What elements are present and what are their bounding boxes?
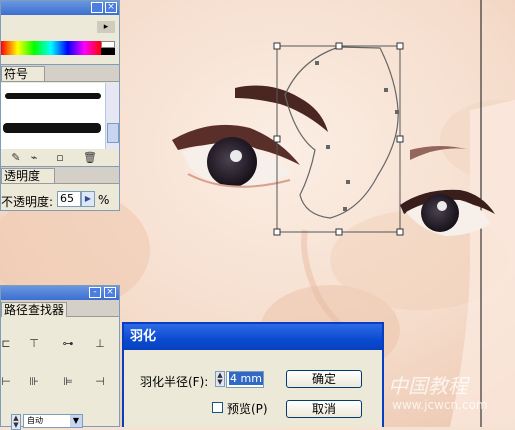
right-iris <box>421 194 459 232</box>
opacity-input[interactable]: 65 <box>57 191 81 207</box>
feather-radius-label: 羽化半径(F): <box>140 375 209 389</box>
opacity-arrow-button[interactable]: ▶ <box>81 191 95 207</box>
black-swatch[interactable] <box>101 48 115 55</box>
spacing-spinner[interactable]: ▲ ▼ <box>11 414 21 430</box>
brush-list[interactable] <box>1 83 105 149</box>
distribute-right-icon[interactable]: ⊣ <box>93 376 107 388</box>
tab-symbols[interactable]: 符号 <box>1 66 45 81</box>
distribute-spacing-icon[interactable]: ⊫ <box>61 376 75 388</box>
white-swatch[interactable] <box>101 41 115 48</box>
tab-transparency[interactable]: 透明度 <box>1 168 55 183</box>
watermark-text-cn: 中国教程 <box>388 374 468 398</box>
feather-dialog: 羽化 羽化半径(F): ▲ ▼ 4 mm 预览(P) 确定 取消 <box>122 322 384 427</box>
distribute-hcenter-icon[interactable]: ⊪ <box>27 376 41 388</box>
chevron-down-icon[interactable]: ▼ <box>70 415 82 427</box>
new-brush-icon[interactable]: ▫ <box>53 152 67 164</box>
ok-button[interactable]: 确定 <box>286 370 362 388</box>
spacing-dropdown[interactable]: 自动 ▼ <box>23 414 83 428</box>
distribute-left-icon[interactable]: ⊢ <box>0 376 13 388</box>
brush-list-scrollbar[interactable] <box>105 83 119 149</box>
symbols-panel: 符号 ✎ ⌁ ▫ 🗑 <box>0 64 120 167</box>
preview-label[interactable]: 预览(P) <box>227 400 268 417</box>
dialog-title: 羽化 <box>124 324 382 350</box>
symbols-footer: ✎ ⌁ ▫ 🗑 <box>1 149 119 166</box>
watermark-url: www.jcwcn.com <box>392 398 488 412</box>
color-spectrum-bar[interactable] <box>1 41 101 55</box>
align-top-icon[interactable]: ⊤ <box>27 338 41 350</box>
align-left-icon[interactable]: ⊏ <box>0 338 13 350</box>
brush-stroke-2[interactable] <box>3 123 101 133</box>
swatch-panel-minimize-icon[interactable] <box>91 2 103 13</box>
feather-radius-spinner[interactable]: ▲ ▼ <box>215 371 225 387</box>
swatch-panel-titlebar[interactable]: × <box>1 1 119 15</box>
transparency-panel: 透明度 不透明度: 65 ▶ % <box>0 166 120 211</box>
pathfinder-titlebar[interactable]: - × <box>1 286 119 300</box>
remove-stroke-icon[interactable]: ⌁ <box>27 152 41 164</box>
delete-brush-icon[interactable]: 🗑 <box>83 152 97 164</box>
pathfinder-panel: - × 路径查找器 ⊏ ⊤ ⊶ ⊥ ⊢ ⊪ ⊫ ⊣ ▲ ▼ 自动 ▼ <box>0 285 120 430</box>
align-vcenter-icon[interactable]: ⊶ <box>61 338 75 350</box>
brush-library-icon[interactable]: ✎ <box>9 152 23 164</box>
opacity-label: 不透明度: <box>1 195 54 209</box>
swatch-panel-menu-icon[interactable]: ▸ <box>97 21 115 33</box>
spacing-dropdown-value: 自动 <box>27 416 43 425</box>
pathfinder-close-icon[interactable]: × <box>104 287 116 298</box>
feather-radius-input[interactable]: 4 mm <box>226 371 264 388</box>
preview-checkbox[interactable] <box>212 402 223 413</box>
cancel-button[interactable]: 取消 <box>286 400 362 418</box>
feather-radius-value: 4 mm <box>229 372 263 385</box>
swatch-panel: × ▸ <box>0 0 120 66</box>
pathfinder-minimize-icon[interactable]: - <box>89 287 101 298</box>
left-iris <box>207 137 257 187</box>
opacity-percent: % <box>98 193 110 207</box>
align-bottom-icon[interactable]: ⊥ <box>93 338 107 350</box>
swatch-panel-close-icon[interactable]: × <box>105 2 117 13</box>
tab-pathfinder[interactable]: 路径查找器 <box>1 302 67 317</box>
brush-stroke-1[interactable] <box>5 93 101 99</box>
